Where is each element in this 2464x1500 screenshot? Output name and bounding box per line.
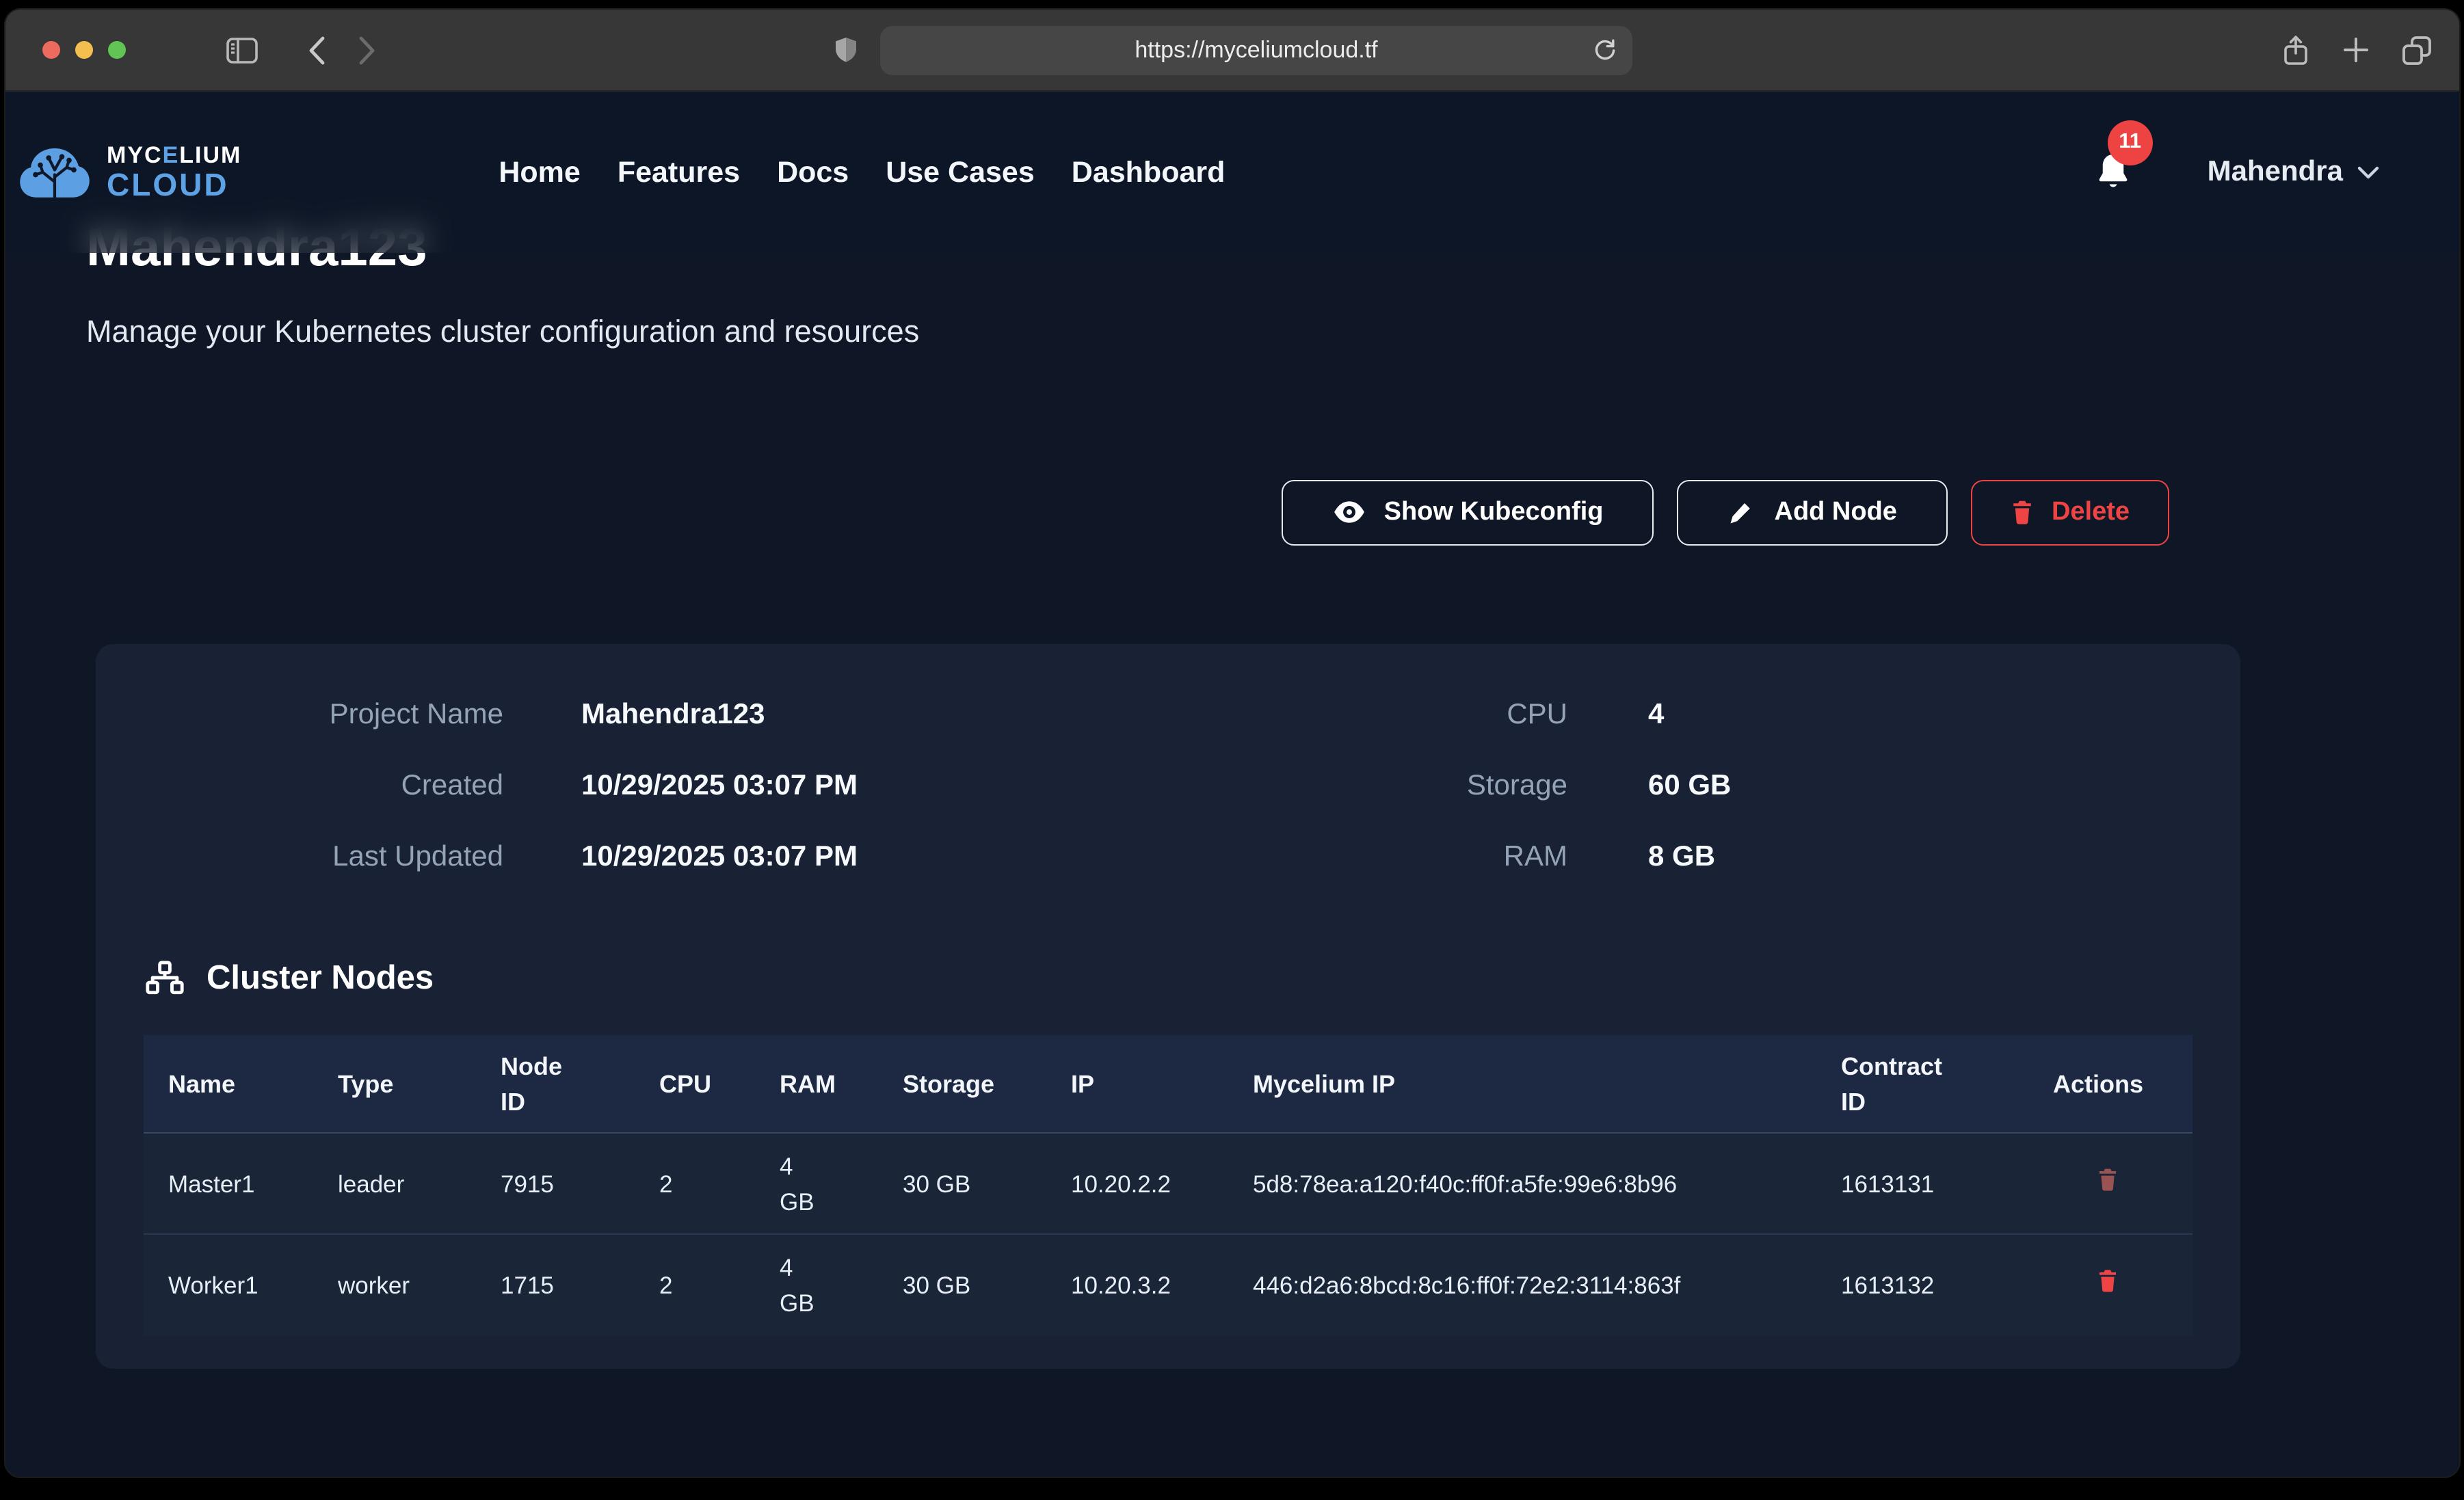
node-id: 7915 [476,1134,635,1235]
table-row: Master1 leader 7915 2 4 GB 30 GB 10.20.2… [144,1134,2193,1235]
info-row: Storage 60 GB [1168,751,2193,822]
refresh-icon[interactable] [1593,38,1617,62]
cluster-info-card: Project Name Mahendra123 Created 10/29/2… [96,644,2240,1369]
tab-overview-icon[interactable] [2402,35,2432,65]
brand-wordmark: MYCELIUM CLOUD [107,144,241,201]
node-ip: 10.20.3.2 [1046,1235,1228,1336]
nav-item-home[interactable]: Home [499,155,580,189]
created-value: 10/29/2025 03:07 PM [581,770,858,803]
node-storage: 30 GB [878,1235,1046,1336]
nav-item-use-cases[interactable]: Use Cases [886,155,1035,189]
nav-item-features[interactable]: Features [618,155,740,189]
zoom-window-button[interactable] [108,41,126,59]
cluster-nodes-icon [144,960,186,998]
nav-links: Home Features Docs Use Cases Dashboard [499,155,1225,189]
node-actions [2028,1134,2193,1235]
col-cpu: CPU [635,1035,755,1134]
node-name: Master1 [144,1134,313,1235]
cluster-actions: Show Kubeconfig Add Node [5,480,2169,546]
node-contract-id: 1613132 [1816,1235,2028,1336]
show-kubeconfig-button[interactable]: Show Kubeconfig [1282,480,1654,546]
table-row: Worker1 worker 1715 2 4 GB 30 GB 10.20.3… [144,1235,2193,1336]
info-row: CPU 4 [1168,680,2193,751]
col-mycelium-ip: Mycelium IP [1228,1035,1816,1134]
col-type: Type [313,1035,476,1134]
node-ram: 4 GB [755,1235,878,1336]
node-actions [2028,1235,2193,1336]
table-header-row: Name Type Node ID CPU RAM Storage IP Myc… [144,1035,2193,1134]
add-node-button[interactable]: Add Node [1678,480,1948,546]
col-actions: Actions [2028,1035,2193,1134]
info-row: RAM 8 GB [1168,822,2193,893]
notifications-button[interactable]: 11 [2093,150,2134,195]
col-ram: RAM [755,1035,878,1134]
nav-item-dashboard[interactable]: Dashboard [1072,155,1226,189]
node-mycelium-ip: 5d8:78ea:a120:f40c:ff0f:a5fe:99e6:8b96 [1228,1134,1816,1235]
col-ip: IP [1046,1035,1228,1134]
node-type: leader [313,1134,476,1235]
cpu-value: 4 [1648,699,1664,732]
last-updated-value: 10/29/2025 03:07 PM [581,841,858,874]
created-label: Created [144,770,503,803]
chevron-down-icon [2357,165,2380,180]
project-name-value: Mahendra123 [581,699,765,732]
browser-window: https://myceliumcloud.tf [5,10,2459,1477]
cluster-nodes-table: Name Type Node ID CPU RAM Storage IP Myc… [144,1035,2193,1336]
address-bar[interactable]: https://myceliumcloud.tf [880,25,1632,75]
privacy-shield-icon[interactable] [832,35,860,65]
page-body: MYCELIUM CLOUD Home Features Docs Use Ca… [5,92,2459,1475]
ram-value: 8 GB [1648,841,1715,874]
cpu-label: CPU [1168,699,1567,732]
pencil-icon [1728,498,1757,527]
node-contract-id: 1613131 [1816,1134,2028,1235]
trash-icon [2097,1268,2119,1294]
browser-toolbar: https://myceliumcloud.tf [5,10,2459,92]
url-text: https://myceliumcloud.tf [1135,36,1377,64]
node-cpu: 2 [635,1235,755,1336]
user-name: Mahendra [2208,156,2343,189]
project-name-label: Project Name [144,699,503,732]
col-node-id: Node ID [476,1035,635,1134]
eye-icon [1332,498,1366,527]
back-icon[interactable] [308,35,326,65]
user-menu[interactable]: Mahendra [2208,156,2380,189]
node-type: worker [313,1235,476,1336]
storage-label: Storage [1168,770,1567,803]
col-name: Name [144,1035,313,1134]
cluster-nodes-heading: Cluster Nodes [207,960,434,998]
minimize-window-button[interactable] [75,41,93,59]
node-storage: 30 GB [878,1134,1046,1235]
delete-node-button[interactable] [2053,1166,2119,1192]
trash-icon [2097,1166,2119,1192]
storage-value: 60 GB [1648,770,1731,803]
node-mycelium-ip: 446:d2a6:8bcd:8c16:ff0f:72e2:3114:863f [1228,1235,1816,1336]
col-contract-id: Contract ID [1816,1035,2028,1134]
site-navbar: MYCELIUM CLOUD Home Features Docs Use Ca… [5,92,2459,253]
notification-count-badge: 11 [2108,120,2153,165]
trash-icon [2011,500,2034,526]
ram-label: RAM [1168,841,1567,874]
sidebar-toggle-icon[interactable] [226,36,259,64]
node-cpu: 2 [635,1134,755,1235]
brand-logo[interactable]: MYCELIUM CLOUD [16,141,241,204]
node-ram: 4 GB [755,1134,878,1235]
page-subtitle: Manage your Kubernetes cluster configura… [86,314,2459,350]
col-storage: Storage [878,1035,1046,1134]
node-name: Worker1 [144,1235,313,1336]
node-ip: 10.20.2.2 [1046,1134,1228,1235]
nav-item-docs[interactable]: Docs [777,155,849,189]
close-window-button[interactable] [42,41,60,59]
mycelium-cloud-logo-icon [16,141,93,204]
info-row: Created 10/29/2025 03:07 PM [144,751,1168,822]
share-icon[interactable] [2281,34,2310,66]
traffic-lights [42,41,126,59]
delete-cluster-button[interactable]: Delete [1971,480,2169,546]
info-row: Last Updated 10/29/2025 03:07 PM [144,822,1168,893]
delete-node-button[interactable] [2053,1268,2119,1294]
last-updated-label: Last Updated [144,841,503,874]
node-id: 1715 [476,1235,635,1336]
new-tab-icon[interactable] [2343,37,2369,63]
info-row: Project Name Mahendra123 [144,680,1168,751]
forward-icon[interactable] [358,35,376,65]
